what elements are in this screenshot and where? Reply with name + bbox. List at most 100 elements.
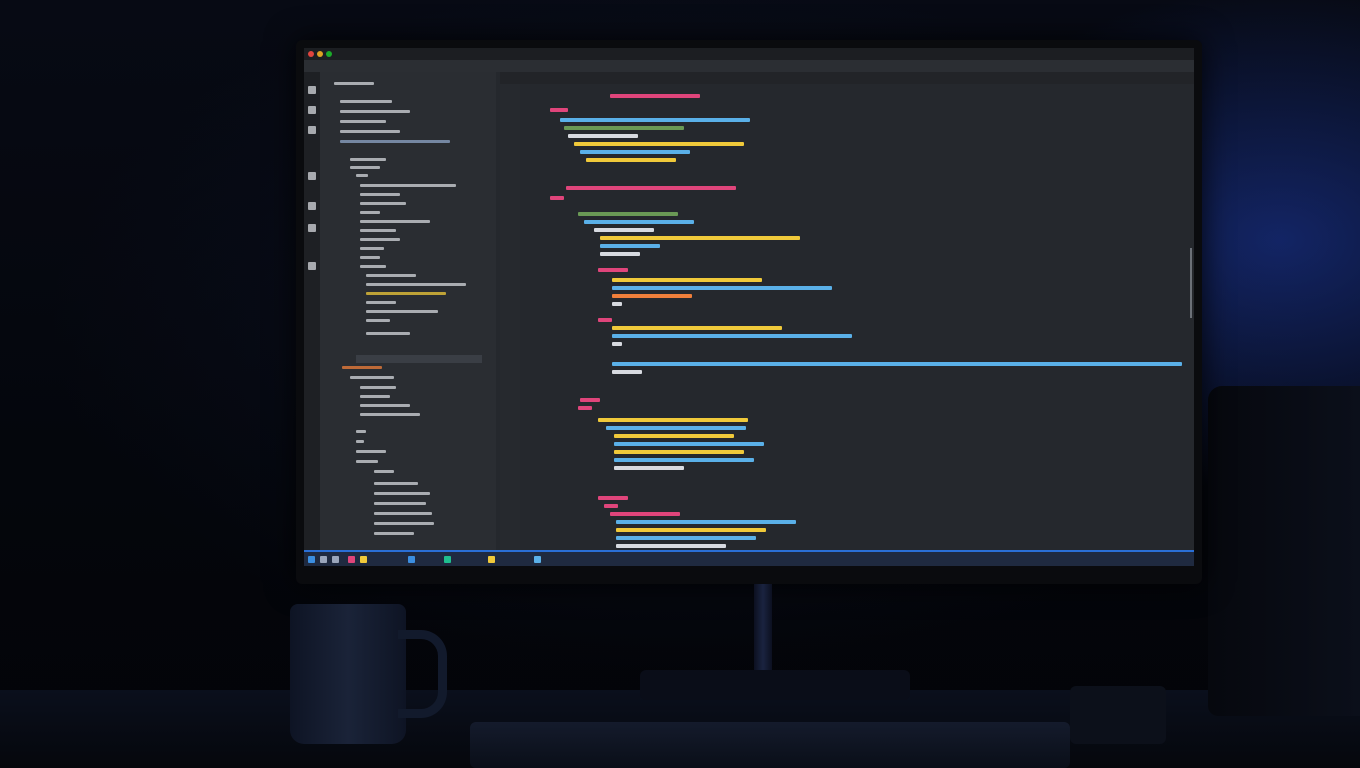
- code-line: [612, 334, 852, 338]
- code-line: [600, 252, 640, 256]
- start-icon[interactable]: [308, 556, 315, 563]
- tree-item[interactable]: [360, 413, 420, 416]
- tree-item[interactable]: [360, 247, 384, 250]
- minimize-icon[interactable]: [317, 51, 323, 57]
- tree-item[interactable]: [356, 440, 364, 443]
- tree-item[interactable]: [350, 158, 386, 161]
- code-line: [616, 544, 726, 548]
- tree-item[interactable]: [374, 470, 394, 473]
- tree-item[interactable]: [366, 283, 466, 286]
- debug-icon[interactable]: [308, 172, 316, 180]
- code-line: [598, 318, 612, 322]
- code-line: [580, 398, 600, 402]
- monitor-stand-neck: [754, 584, 772, 674]
- tree-item[interactable]: [360, 184, 456, 187]
- tree-item[interactable]: [374, 512, 432, 515]
- mail-icon[interactable]: [488, 556, 495, 563]
- browser-icon[interactable]: [348, 556, 355, 563]
- tree-item[interactable]: [360, 238, 400, 241]
- extensions-icon[interactable]: [308, 202, 316, 210]
- code-line: [614, 450, 744, 454]
- tree-item[interactable]: [360, 256, 380, 259]
- settings-icon[interactable]: [308, 262, 316, 270]
- tree-item[interactable]: [360, 404, 410, 407]
- tree-item[interactable]: [360, 386, 396, 389]
- source-control-icon[interactable]: [308, 126, 316, 134]
- code-line: [612, 278, 762, 282]
- code-line: [568, 134, 638, 138]
- tree-item[interactable]: [340, 140, 450, 143]
- tree-item[interactable]: [340, 120, 386, 123]
- code-editor[interactable]: [520, 84, 1194, 550]
- tree-item[interactable]: [340, 100, 392, 103]
- search-icon[interactable]: [320, 556, 327, 563]
- code-line: [610, 512, 680, 516]
- editor-scrollbar[interactable]: [1190, 248, 1192, 318]
- tree-item[interactable]: [374, 492, 430, 495]
- tree-item[interactable]: [356, 174, 368, 177]
- editor-toolbar: [304, 60, 1194, 72]
- editor-icon[interactable]: [444, 556, 451, 563]
- tree-item[interactable]: [360, 193, 400, 196]
- explorer-icon[interactable]: [308, 86, 316, 94]
- tree-item[interactable]: [356, 430, 366, 433]
- file-explorer-sidebar[interactable]: [320, 72, 496, 550]
- tree-item[interactable]: [356, 450, 386, 453]
- code-line: [616, 528, 766, 532]
- tree-item[interactable]: [366, 292, 446, 295]
- tree-item[interactable]: [374, 502, 426, 505]
- code-line: [598, 268, 628, 272]
- tree-item[interactable]: [366, 301, 396, 304]
- cursor-icon[interactable]: [308, 224, 316, 232]
- tree-item[interactable]: [360, 211, 380, 214]
- tree-item[interactable]: [342, 366, 382, 369]
- tree-item[interactable]: [340, 130, 400, 133]
- taskview-icon[interactable]: [332, 556, 339, 563]
- tree-item[interactable]: [366, 310, 438, 313]
- terminal-icon[interactable]: [408, 556, 415, 563]
- activity-bar: [304, 72, 320, 550]
- tree-item[interactable]: [350, 166, 380, 169]
- code-line: [612, 302, 622, 306]
- code-line: [612, 294, 692, 298]
- code-line: [600, 236, 800, 240]
- tree-item[interactable]: [360, 265, 386, 268]
- code-line: [610, 94, 700, 98]
- tree-item[interactable]: [340, 110, 410, 113]
- code-line: [564, 126, 684, 130]
- tree-item[interactable]: [356, 460, 378, 463]
- tree-item[interactable]: [374, 532, 414, 535]
- code-line: [614, 466, 684, 470]
- code-line: [612, 286, 832, 290]
- code-line: [604, 504, 618, 508]
- maximize-icon[interactable]: [326, 51, 332, 57]
- editor-tab-strip[interactable]: [500, 72, 1194, 84]
- tree-item[interactable]: [360, 229, 396, 232]
- app-icon[interactable]: [534, 556, 541, 563]
- code-line: [598, 496, 628, 500]
- code-line: [606, 426, 746, 430]
- tree-item[interactable]: [360, 202, 406, 205]
- tree-item[interactable]: [374, 522, 434, 525]
- tree-item[interactable]: [360, 395, 390, 398]
- tree-item[interactable]: [334, 82, 374, 85]
- tree-item[interactable]: [366, 332, 410, 335]
- code-line: [578, 212, 678, 216]
- monitor: [296, 40, 1202, 584]
- close-icon[interactable]: [308, 51, 314, 57]
- tree-item[interactable]: [374, 482, 418, 485]
- code-line: [578, 406, 592, 410]
- search-icon[interactable]: [308, 106, 316, 114]
- tree-item[interactable]: [366, 319, 390, 322]
- code-line: [550, 108, 568, 112]
- monitor-screen: [304, 48, 1194, 566]
- tree-item[interactable]: [366, 274, 416, 277]
- tree-item[interactable]: [350, 376, 394, 379]
- line-number-gutter: [500, 84, 520, 550]
- folder-icon[interactable]: [360, 556, 367, 563]
- code-line: [614, 458, 754, 462]
- code-line: [586, 158, 676, 162]
- tree-item[interactable]: [360, 220, 430, 223]
- selected-file-row[interactable]: [356, 355, 482, 363]
- code-line: [612, 326, 782, 330]
